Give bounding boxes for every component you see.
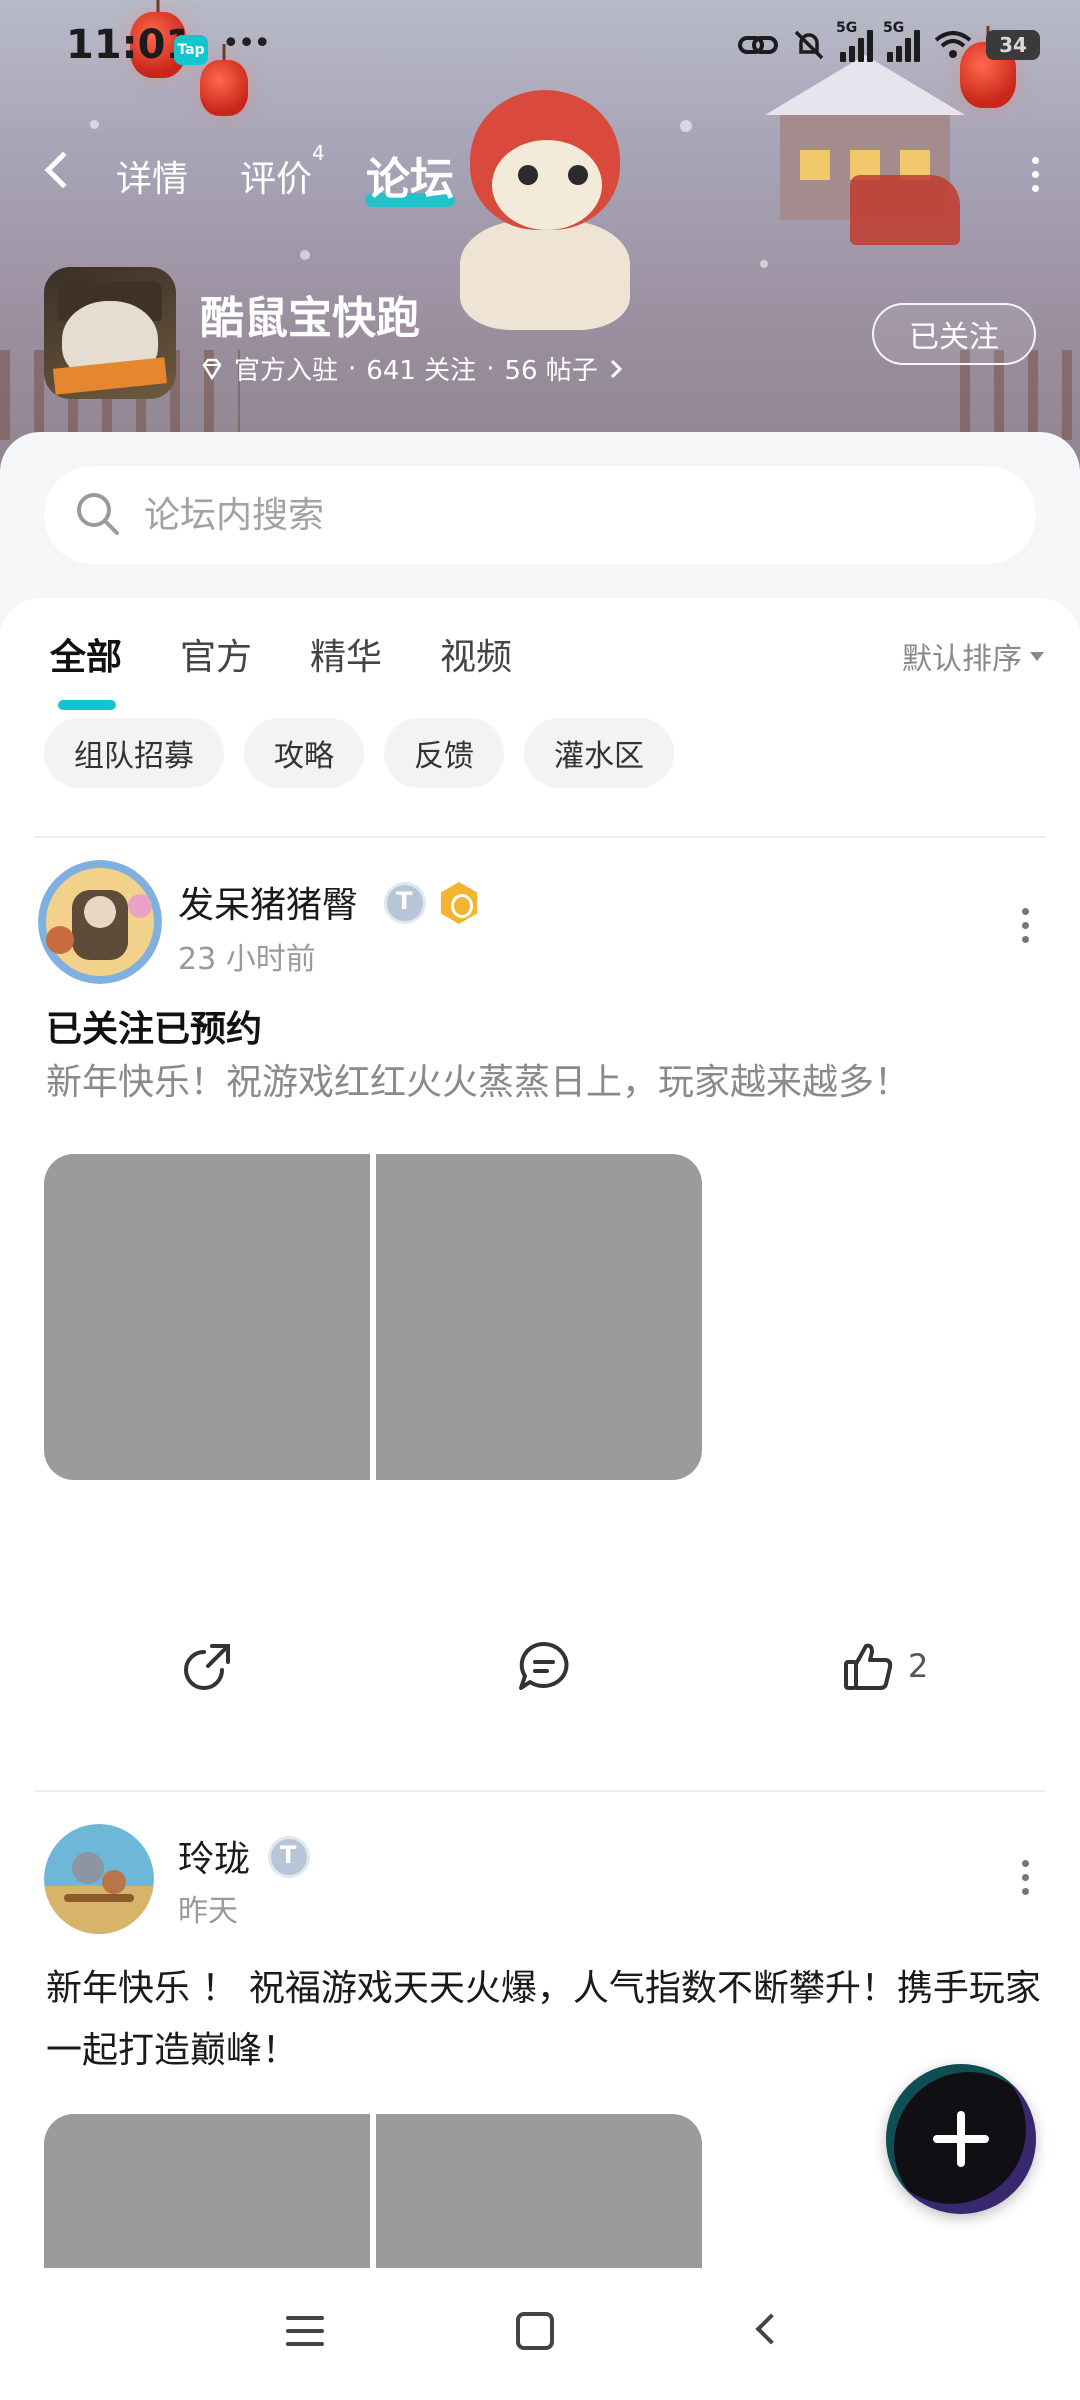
vertical-dots-icon[interactable] xyxy=(1032,157,1040,193)
status-bar: 11:01 Tap ••• 5G 5G 34 xyxy=(0,0,1080,100)
diamond-icon xyxy=(202,358,222,380)
post-time: 昨天 xyxy=(178,1894,238,1929)
share-icon xyxy=(184,1644,230,1690)
sort-label: 默认排序 xyxy=(902,642,1022,677)
chip-water-zone[interactable]: 灌水区 xyxy=(524,718,674,788)
chip-team-recruit[interactable]: 组队招募 xyxy=(44,718,224,788)
top-navbar: 详情 评价 4 论坛 xyxy=(0,135,1080,215)
tap-app-icon: Tap xyxy=(174,35,208,65)
tab-details[interactable]: 详情 xyxy=(116,150,188,202)
chip-feedback[interactable]: 反馈 xyxy=(384,718,504,788)
chip-guide[interactable]: 攻略 xyxy=(244,718,364,788)
avatar[interactable] xyxy=(44,1824,154,1934)
post-author[interactable]: 发呆猪猪臀 xyxy=(178,876,358,928)
search-input[interactable] xyxy=(144,466,1004,564)
tab-reviews[interactable]: 评价 xyxy=(240,150,312,202)
separator-dot: · xyxy=(348,353,357,384)
post-body[interactable]: 新年快乐！祝游戏红红火火蒸蒸日上，玩家越来越多！ xyxy=(46,1052,1046,1114)
signal-icon: 5G xyxy=(883,20,920,62)
menu-icon[interactable] xyxy=(286,2316,324,2355)
verified-t-icon xyxy=(384,882,426,924)
post-author[interactable]: 玲珑 xyxy=(178,1830,250,1882)
posts-count: 56 帖子 xyxy=(504,356,598,386)
tab-forum[interactable]: 论坛 xyxy=(366,143,454,207)
battery-indicator: 34 xyxy=(986,30,1040,60)
post-image-grid xyxy=(44,1154,702,1480)
caret-down-icon xyxy=(1030,651,1044,661)
game-icon[interactable] xyxy=(44,267,176,399)
more-notifications-icon: ••• xyxy=(222,26,271,61)
sort-dropdown[interactable]: 默认排序 xyxy=(902,634,1044,678)
official-label: 官方入驻 xyxy=(234,356,339,386)
post-body[interactable]: 新年快乐 ！ 祝福游戏天天火爆，人气指数不断攀升！携手玩家一起打造巅峰！ xyxy=(46,1958,1046,2082)
followed-button[interactable]: 已关注 xyxy=(872,303,1036,365)
chevron-left-icon[interactable] xyxy=(44,151,82,189)
post-actions: 2 xyxy=(0,1640,1080,1720)
category-chips: 组队招募 攻略 反馈 灌水区 xyxy=(44,718,674,788)
filter-tab-featured[interactable]: 精华 xyxy=(310,628,382,698)
filter-tab-video[interactable]: 视频 xyxy=(440,628,512,698)
home-square-icon[interactable] xyxy=(516,2312,554,2350)
like-count: 2 xyxy=(908,1647,929,1685)
followers-count: 641 关注 xyxy=(366,356,477,386)
like-button[interactable]: 2 xyxy=(842,1640,928,1692)
post-image[interactable] xyxy=(44,1154,370,1480)
verified-t-icon xyxy=(268,1836,310,1878)
signal-icon: 5G xyxy=(836,20,873,62)
search-icon xyxy=(77,493,119,535)
comment-icon xyxy=(519,1641,569,1690)
create-post-plus-button[interactable] xyxy=(886,2064,1036,2214)
game-name: 酷鼠宝快跑 xyxy=(200,293,420,344)
filter-tab-all[interactable]: 全部 xyxy=(50,628,122,710)
post-card[interactable]: 发呆猪猪臀 23 小时前 已关注已预约 新年快乐！祝游戏红红火火蒸蒸日上，玩家越… xyxy=(0,860,1080,1480)
separator-dot: · xyxy=(486,353,495,384)
thumbs-up-icon xyxy=(844,1643,893,1690)
active-filter-underline xyxy=(58,700,116,710)
post-more-icon[interactable] xyxy=(1022,1860,1030,1902)
game-meta[interactable]: 官方入驻 · 641 关注 · 56 帖子 xyxy=(200,350,624,387)
post-title[interactable]: 已关注已预约 xyxy=(46,1000,262,1052)
avatar[interactable] xyxy=(38,860,162,984)
post-time: 23 小时前 xyxy=(178,942,316,977)
reviews-count-badge: 4 xyxy=(312,141,325,165)
back-chevron-icon[interactable] xyxy=(755,2313,787,2345)
filter-tabs: 全部 官方 精华 视频 xyxy=(50,628,512,710)
system-navigation-bar xyxy=(0,2268,1080,2400)
comment-button[interactable] xyxy=(516,1640,572,1692)
status-icons: 5G 5G 34 xyxy=(738,20,1040,62)
divider xyxy=(34,836,1046,838)
share-button[interactable] xyxy=(182,1640,234,1692)
gold-level-icon xyxy=(440,882,478,924)
post-image[interactable] xyxy=(376,1154,702,1480)
game-header-banner: 11:01 Tap ••• 5G 5G 34 详情 评价 4 论坛 酷鼠宝快跑 … xyxy=(0,0,1080,470)
filter-tab-official[interactable]: 官方 xyxy=(180,628,252,698)
bell-muted-icon xyxy=(794,30,824,60)
wifi-icon xyxy=(934,31,972,58)
divider xyxy=(34,1790,1046,1792)
link-icon xyxy=(738,36,778,54)
chevron-right-icon xyxy=(610,359,622,378)
forum-search-bar[interactable] xyxy=(44,466,1036,564)
post-more-icon[interactable] xyxy=(1022,908,1030,950)
